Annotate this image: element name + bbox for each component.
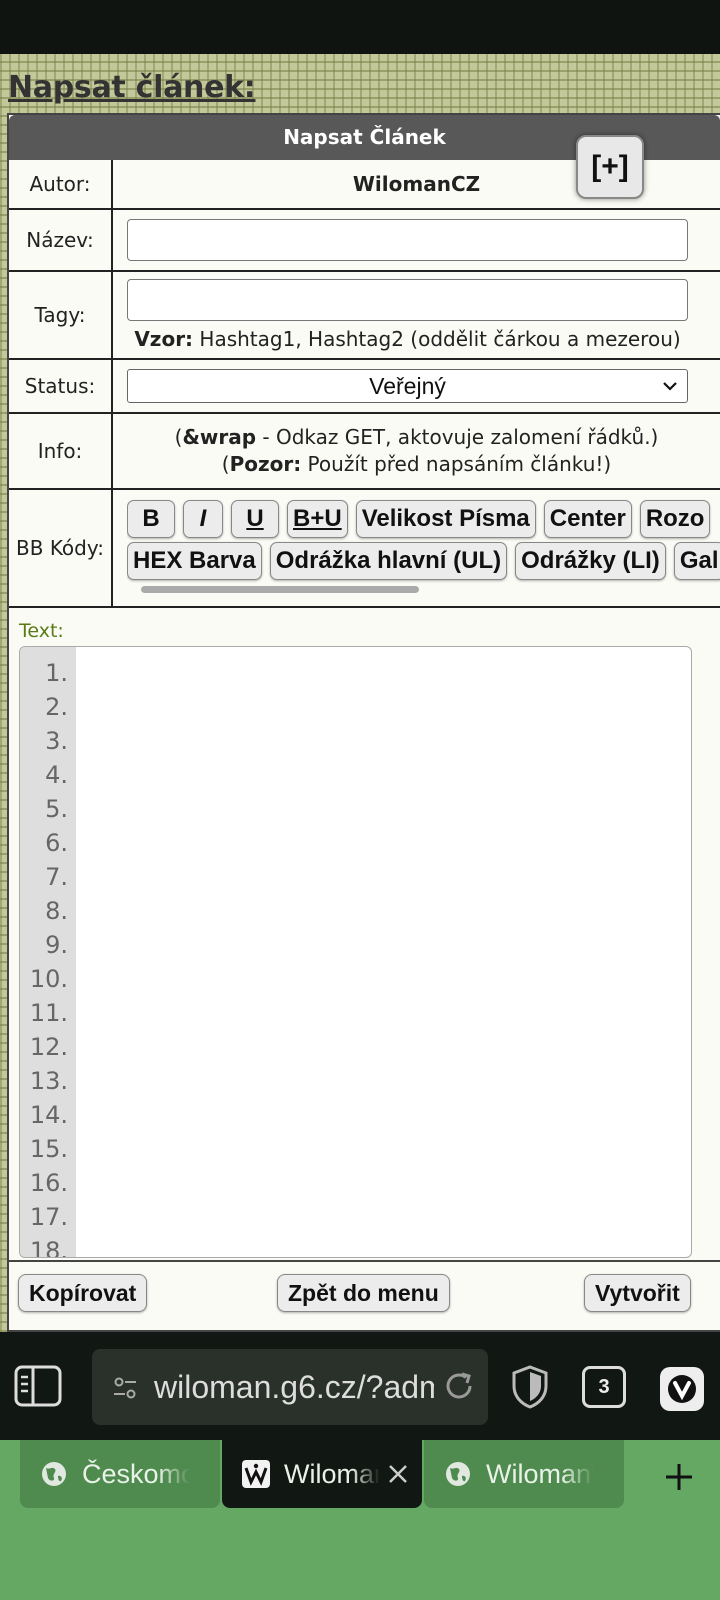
site-settings-icon[interactable] <box>112 1375 138 1401</box>
info-line-1: (&wrap - Odkaz GET, aktovuje zalomení řá… <box>175 424 659 451</box>
new-tab-plus-icon[interactable] <box>664 1462 694 1492</box>
info-line-2-open: ( <box>221 452 230 476</box>
tab-strip: Českomoravská WilomanCZ WilomanWeb <box>0 1440 720 1600</box>
warning-keyword: Pozor: <box>229 452 302 476</box>
status-select[interactable]: Veřejný <box>127 369 688 403</box>
tags-row: Tagy: Vzor: Hashtag1, Hashtag2 (oddělit … <box>9 272 720 360</box>
bbcode-row-2: HEX Barva Odrážka hlavní (UL) Odrážky (L… <box>127 542 720 580</box>
copy-button[interactable]: Kopírovat <box>18 1274 148 1312</box>
tags-hint-bold: Vzor: <box>134 327 194 351</box>
browser-toolbar: wiloman.g6.cz/?admin 3 <box>0 1332 720 1440</box>
info-line-2-text: Použít před napsáním článku!) <box>301 452 612 476</box>
line-number: 15. <box>29 1135 68 1163</box>
vivaldi-logo-icon <box>668 1375 696 1403</box>
tab-1-active[interactable]: WilomanCZ <box>222 1440 422 1508</box>
line-number: 13. <box>29 1067 68 1095</box>
url-text: wiloman.g6.cz/?admin <box>154 1369 434 1405</box>
line-number: 2. <box>45 693 68 721</box>
bb-list-item-button[interactable]: Odrážky (LI) <box>515 542 666 580</box>
globe-icon <box>446 1462 470 1486</box>
tags-label: Tagy: <box>9 272 113 358</box>
tab-count-button[interactable]: 3 <box>582 1366 626 1408</box>
tab-2[interactable]: WilomanWeb <box>424 1440 624 1508</box>
bb-gallery-button[interactable]: Gal <box>673 542 720 580</box>
status-row: Status: Veřejný <box>9 360 720 414</box>
line-number: 8. <box>45 897 68 925</box>
bottom-action-bar: Kopírovat Zpět do menu Vytvořit <box>9 1260 720 1330</box>
info-row: Info: (&wrap - Odkaz GET, aktovuje zalom… <box>9 414 720 490</box>
title-label: Název: <box>9 210 113 270</box>
panel-toggle-icon[interactable] <box>14 1365 62 1407</box>
tab-title: Českomoravská <box>82 1458 190 1489</box>
line-number: 9. <box>45 931 68 959</box>
bbcode-row: BB Kódy: B I U B+U Velikost Písma Center… <box>9 490 720 608</box>
line-number: 3. <box>45 727 68 755</box>
bb-hex-color-button[interactable]: HEX Barva <box>127 542 262 580</box>
wiloman-favicon-icon <box>242 1460 270 1488</box>
tags-input[interactable] <box>127 279 688 321</box>
author-label: Autor: <box>9 160 113 208</box>
write-article-panel: Napsat Článek Autor: WilomanCZ Název: Ta… <box>7 113 720 1332</box>
info-line-1-text: - Odkaz GET, aktovuje zalomení řádků.) <box>256 425 659 449</box>
bb-bold-underline-button[interactable]: B+U <box>287 500 348 538</box>
tab-0[interactable]: Českomoravská <box>20 1440 220 1508</box>
wrap-keyword: &wrap <box>182 425 257 449</box>
bbcode-row-1: B I U B+U Velikost Písma Center Rozo <box>127 500 720 538</box>
status-label: Status: <box>9 360 113 412</box>
bbcode-scrollbar[interactable] <box>141 586 419 593</box>
info-label: Info: <box>9 414 113 488</box>
line-number: 4. <box>45 761 68 789</box>
title-input[interactable] <box>127 219 688 261</box>
text-label: Text: <box>19 620 64 642</box>
tags-hint-text: Hashtag1, Hashtag2 (oddělit čárkou a mez… <box>193 327 681 351</box>
vivaldi-menu-icon[interactable] <box>660 1367 704 1411</box>
line-number: 12. <box>29 1033 68 1061</box>
bb-italic-button[interactable]: I <box>183 500 223 538</box>
text-editor[interactable]: 1. 2. 3. 4. 5. 6. 7. 8. 9. 10. 11. 12. 13. 14. 15. 16. 1… <box>19 646 692 1258</box>
back-to-menu-button[interactable]: Zpět do menu <box>277 1274 450 1312</box>
line-number: 14. <box>29 1101 68 1129</box>
info-line-2: (Pozor: Použít před napsáním článku!) <box>222 451 611 478</box>
create-button[interactable]: Vytvořit <box>584 1274 691 1312</box>
close-icon[interactable] <box>386 1462 410 1486</box>
status-bar <box>0 0 720 54</box>
line-number: 17. <box>29 1203 68 1231</box>
line-number: 6. <box>45 829 68 857</box>
line-number: 10. <box>29 965 68 993</box>
bb-font-size-button[interactable]: Velikost Písma <box>355 500 536 538</box>
status-selected-value: Veřejný <box>369 372 446 399</box>
shield-icon[interactable] <box>510 1364 550 1410</box>
bb-more-button[interactable]: Rozo <box>639 500 711 538</box>
line-number: 11. <box>29 999 68 1027</box>
line-number: 5. <box>45 795 68 823</box>
chevron-down-icon <box>663 382 677 391</box>
globe-icon <box>42 1462 66 1486</box>
line-number: 16. <box>29 1169 68 1197</box>
tab-title: WilomanCZ <box>284 1458 380 1489</box>
tags-hint: Vzor: Hashtag1, Hashtag2 (oddělit čárkou… <box>127 327 688 351</box>
line-number: 18. <box>29 1237 68 1258</box>
page-heading: Napsat článek: <box>8 70 256 105</box>
bb-bold-button[interactable]: B <box>127 500 175 538</box>
bb-underline-button[interactable]: U <box>231 500 279 538</box>
address-bar[interactable]: wiloman.g6.cz/?admin <box>92 1349 488 1425</box>
line-number: 1. <box>45 659 68 687</box>
bb-main-list-button[interactable]: Odrážka hlavní (UL) <box>269 542 508 580</box>
web-page: Napsat článek: Napsat Článek Autor: Wilo… <box>0 54 720 1332</box>
expand-button[interactable]: [+] <box>576 135 644 199</box>
line-number-gutter: 1. 2. 3. 4. 5. 6. 7. 8. 9. 10. 11. 12. 13. 14. 15. 16. 1… <box>20 647 76 1257</box>
tab-title: WilomanWeb <box>486 1458 594 1489</box>
reload-icon[interactable] <box>442 1369 476 1403</box>
bbcode-label: BB Kódy: <box>9 490 113 606</box>
title-row: Název: <box>9 210 720 272</box>
bb-center-button[interactable]: Center <box>543 500 632 538</box>
line-number: 7. <box>45 863 68 891</box>
bbcode-toolbar[interactable]: B I U B+U Velikost Písma Center Rozo HEX… <box>127 490 720 606</box>
